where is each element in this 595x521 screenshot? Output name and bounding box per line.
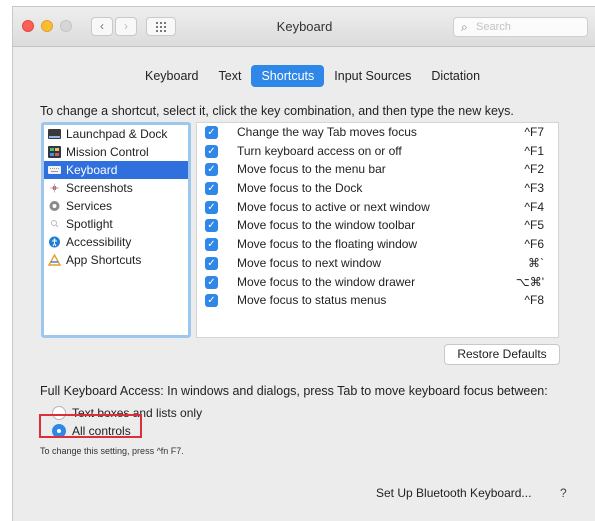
shortcut-key[interactable]: ^F3 [524,181,544,195]
shortcut-label: Change the way Tab moves focus [237,125,417,139]
shortcut-row[interactable]: ✓ Move focus to the Dock ^F3 [197,179,558,198]
checkbox[interactable]: ✓ [205,219,218,233]
shortcut-row[interactable]: ✓ Move focus to next window ⌘` [197,254,558,273]
keyboard-icon [48,166,61,174]
preference-tabs: Keyboard Text Shortcuts Input Sources Di… [135,65,490,87]
shortcut-key[interactable]: ^F1 [524,144,544,158]
category-label: Spotlight [66,217,113,231]
shortcut-key[interactable]: ⌥⌘' [516,275,544,289]
category-label: Keyboard [66,163,118,177]
dock-icon [48,129,61,139]
shortcut-row[interactable]: ✓ Move focus to the window toolbar ^F5 [197,216,558,235]
category-keyboard[interactable]: Keyboard [44,161,188,179]
checkbox[interactable]: ✓ [205,126,218,139]
category-label: Services [66,199,113,213]
restore-defaults-button[interactable]: Restore Defaults [444,344,560,365]
shortcut-key[interactable]: ⌘` [528,256,544,270]
app-shortcuts-icon [48,254,61,266]
tab-text[interactable]: Text [209,65,252,87]
category-spotlight[interactable]: Spotlight [44,215,188,233]
shortcut-key[interactable]: ^F2 [524,162,544,176]
instruction-text: To change a shortcut, select it, click t… [40,104,514,118]
shortcut-row[interactable]: ✓ Move focus to the floating window ^F6 [197,235,558,254]
search-input[interactable]: ⌕ Search [453,17,588,37]
shortcut-label: Move focus to next window [237,255,382,270]
category-mission-control[interactable]: Mission Control [44,143,188,161]
category-accessibility[interactable]: Accessibility [44,233,188,251]
tab-input-sources[interactable]: Input Sources [324,65,421,87]
tab-keyboard[interactable]: Keyboard [135,65,209,87]
checkbox[interactable]: ✓ [205,294,218,308]
category-label: Mission Control [66,145,149,159]
shortcut-category-list: Launchpad & Dock Mission Control Keyboar… [41,122,191,338]
shortcut-list: ✓ Change the way Tab moves focus ^F7 ✓ T… [196,122,559,338]
shortcut-row[interactable]: ✓ Move focus to active or next window ^F… [197,198,558,217]
category-screenshots[interactable]: Screenshots [44,179,188,197]
checkbox[interactable]: ✓ [205,182,218,196]
category-app-shortcuts[interactable]: App Shortcuts [44,251,188,269]
shortcut-key[interactable]: ^F7 [524,125,544,139]
shortcut-label: Move focus to the window drawer [237,274,416,289]
full-keyboard-access-label: Full Keyboard Access: In windows and dia… [40,384,548,398]
keyboard-access-hint: To change this setting, press ^fn F7. [40,446,184,456]
tab-shortcuts[interactable]: Shortcuts [251,65,325,87]
shortcut-label: Move focus to active or next window [237,199,430,214]
spotlight-icon [51,220,59,228]
category-label: App Shortcuts [66,253,142,267]
set-up-bluetooth-keyboard-button[interactable]: Set Up Bluetooth Keyboard... [376,486,531,500]
checkbox[interactable]: ✓ [205,200,218,214]
annotation-highlight-box [39,414,142,438]
shortcut-row[interactable]: ✓ Change the way Tab moves focus ^F7 [197,123,558,142]
shortcut-label: Move focus to the floating window [237,237,418,252]
shortcut-row[interactable]: ✓ Turn keyboard access on or off ^F1 [197,142,558,161]
checkbox[interactable]: ✓ [205,238,218,252]
shortcut-key[interactable]: ^F4 [524,200,544,214]
accessibility-icon [49,236,60,248]
shortcut-label: Move focus to the Dock [237,181,363,196]
search-placeholder: Search [476,21,511,33]
category-launchpad-dock[interactable]: Launchpad & Dock [44,125,188,143]
title-bar: ‹ › Keyboard ⌕ Search [13,7,595,47]
category-services[interactable]: Services [44,197,188,215]
category-label: Screenshots [66,181,133,195]
checkbox[interactable]: ✓ [205,144,218,158]
shortcut-key[interactable]: ^F6 [524,237,544,251]
search-icon: ⌕ [461,20,468,34]
shortcut-key[interactable]: ^F8 [524,293,544,307]
gear-icon [49,201,60,211]
shortcut-label: Move focus to the window toolbar [237,218,416,233]
mission-control-icon [48,146,61,158]
category-label: Accessibility [66,235,132,249]
shortcut-key[interactable]: ^F5 [524,218,544,232]
shortcut-label: Move focus to the menu bar [237,162,386,177]
help-button[interactable]: ? [560,486,567,500]
tab-dictation[interactable]: Dictation [421,65,490,87]
shortcut-label: Turn keyboard access on or off [237,143,402,158]
category-label: Launchpad & Dock [66,127,168,141]
shortcut-row[interactable]: ✓ Move focus to the window drawer ⌥⌘' [197,273,558,292]
checkbox[interactable]: ✓ [205,256,218,270]
checkbox[interactable]: ✓ [205,163,218,177]
screenshot-icon [50,183,59,193]
shortcut-row[interactable]: ✓ Move focus to the menu bar ^F2 [197,160,558,179]
shortcut-label: Move focus to status menus [237,293,387,308]
shortcut-row[interactable]: ✓ Move focus to status menus ^F8 [197,291,558,310]
checkbox[interactable]: ✓ [205,275,218,289]
